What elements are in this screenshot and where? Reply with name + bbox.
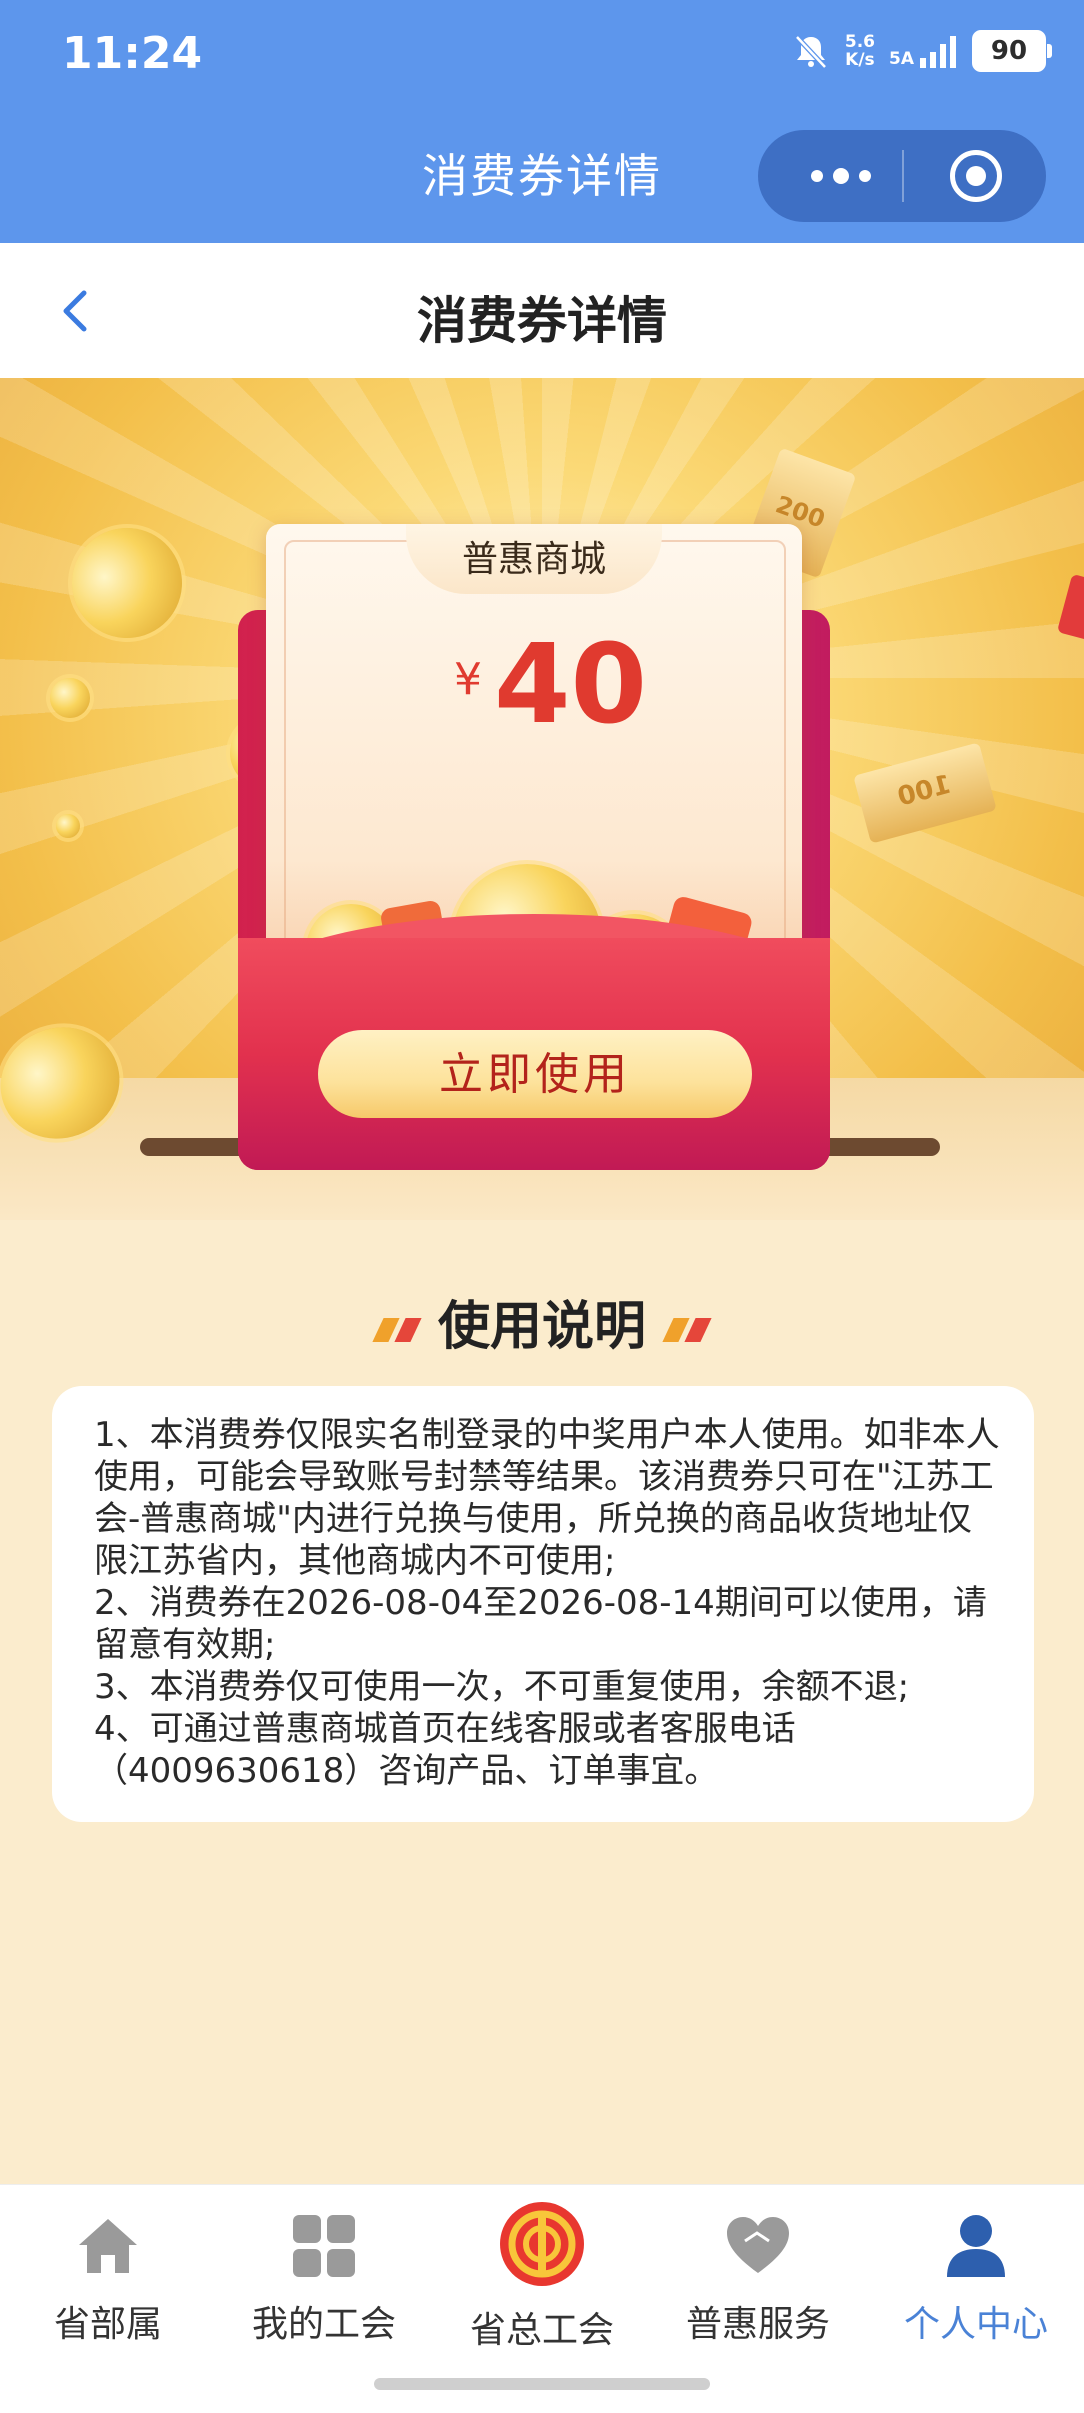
coupon-amount: 40: [494, 620, 648, 748]
close-mini-program-icon[interactable]: [950, 150, 1002, 202]
title-decoration-right: [684, 1318, 712, 1342]
capsule-menu: [758, 130, 1046, 222]
use-now-button[interactable]: 立即使用: [318, 1030, 752, 1118]
battery-indicator: 90: [972, 30, 1052, 72]
coin-decoration: [50, 678, 90, 718]
capsule-divider: [902, 150, 904, 202]
tab-provincial-departments[interactable]: 省部属: [8, 2211, 208, 2347]
title-decoration-left: [394, 1318, 422, 1342]
currency-symbol: ¥: [454, 654, 482, 705]
coupon-hero: 200 100 普惠商城 ¥ 40 立即使用: [0, 378, 1084, 1220]
instruction-item: 3、本消费券仅可使用一次，不可重复使用，余额不退;: [94, 1667, 910, 1707]
more-dots-icon[interactable]: [796, 130, 886, 222]
net-speed-value: 5.6: [844, 32, 875, 52]
home-icon: [73, 2211, 143, 2281]
page-title: 消费券详情: [417, 292, 667, 350]
page-header: 消费券详情: [0, 243, 1084, 378]
tab-personal-center[interactable]: 个人中心: [876, 2211, 1076, 2347]
coupon-mall-label: 普惠商城: [461, 539, 606, 580]
instructions-card: 1、本消费券仅限实名制登录的中奖用户本人使用。如非本人使用，可能会导致账号封禁等…: [52, 1386, 1034, 1822]
heart-handshake-icon: [723, 2211, 793, 2281]
tab-label: 个人中心: [903, 2304, 1048, 2345]
tab-benefit-services[interactable]: 普惠服务: [658, 2211, 858, 2347]
tab-label: 省部属: [53, 2304, 162, 2345]
mini-program-top-bar: 11:24 5.6 K/s 5A 90 消费券详情: [0, 0, 1084, 243]
person-icon: [941, 2211, 1011, 2281]
instruction-item: 1、本消费券仅限实名制登录的中奖用户本人使用。如非本人使用，可能会导致账号封禁等…: [94, 1415, 1000, 1581]
tab-my-union[interactable]: 我的工会: [224, 2211, 424, 2347]
net-speed: 5.6 K/s: [845, 33, 875, 69]
net-speed-unit: K/s: [845, 50, 875, 70]
instructions-title-text: 使用说明: [437, 1297, 646, 1357]
instruction-item: 2、消费券在2026-08-04至2026-08-14期间可以使用，请留意有效期…: [94, 1583, 987, 1665]
tab-label: 我的工会: [251, 2304, 396, 2345]
tab-provincial-union[interactable]: 省总工会: [442, 2202, 642, 2353]
grid-icon: [289, 2211, 359, 2281]
tab-label: 省总工会: [469, 2310, 614, 2351]
mute-bell-icon: [795, 35, 827, 69]
status-icons: 5.6 K/s 5A 90: [791, 30, 1052, 72]
signal-label: 5A: [889, 49, 914, 69]
instructions-title: 使用说明: [0, 1284, 1084, 1359]
instructions-list: 1、本消费券仅限实名制登录的中奖用户本人使用。如非本人使用，可能会导致账号封禁等…: [94, 1414, 1004, 1792]
status-time: 11:24: [62, 28, 203, 79]
ticket-decoration-text: 100: [894, 769, 955, 813]
signal-indicator: 5A: [889, 34, 958, 68]
instruction-item: 4、可通过普惠商城首页在线客服或者客服电话（4009630618）咨询产品、订单…: [94, 1709, 796, 1791]
signal-bars-icon: [920, 36, 956, 68]
tab-label: 普惠服务: [685, 2304, 830, 2345]
union-emblem-icon: [499, 2201, 585, 2287]
coin-decoration: [56, 814, 80, 838]
home-indicator[interactable]: [374, 2378, 710, 2390]
